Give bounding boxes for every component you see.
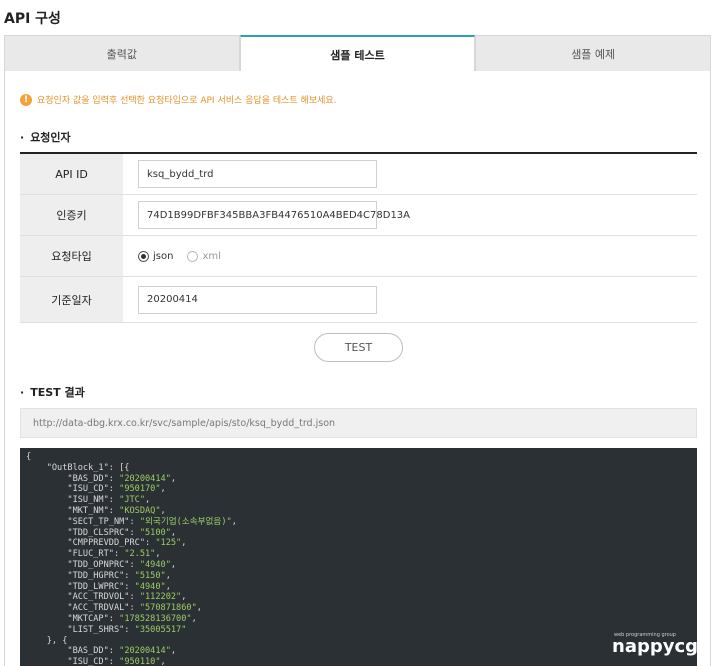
param-row-base-date: 기준일자 20200414 [20, 277, 697, 323]
code-line-field: "TDD_LWPRC": "4940", [26, 581, 171, 592]
test-button[interactable]: TEST [314, 333, 403, 362]
bullet-icon: · [20, 386, 25, 399]
param-row-auth-key: 인증키 74D1B99DFBF345BBA3FB4476510A4BED4C78… [20, 195, 697, 236]
watermark-brand: nappycgi [612, 636, 705, 657]
param-row-api-id: API ID ksq_bydd_trd [20, 154, 697, 195]
code-line-field: "TDD_HGPRC": "5150", [26, 570, 171, 581]
tab-output[interactable]: 출력값 [4, 35, 240, 72]
info-icon: ! [20, 93, 32, 106]
code-line-field: "LIST_SHRS": "35005517" [26, 624, 187, 635]
bullet-icon: · [20, 131, 25, 144]
result-section-label: TEST 결과 [30, 386, 85, 399]
code-line-field: "BAS_DD": "20200414", [26, 646, 177, 657]
notice-text: 요청인자 값을 입력후 선택한 요청타입으로 API 서비스 응답을 테스트 해… [37, 96, 337, 106]
code-line-field: "TDD_OPNPRC": "4940", [26, 559, 177, 570]
code-line-field: "CMPPREVDD_PRC": "125", [26, 538, 187, 549]
code-line-field: "ISU_NM": "JTC", [26, 495, 151, 506]
sample-test-panel: ! 요청인자 값을 입력후 선택한 요청타입으로 API 서비스 응답을 테스트… [4, 71, 711, 666]
result-section-title: · TEST 결과 [20, 384, 85, 400]
radio-json-label: json [153, 250, 174, 262]
code-line-block: "OutBlock_1": [{ [26, 462, 130, 473]
param-label-base-date: 기준일자 [20, 277, 123, 322]
param-label-auth-key: 인증키 [20, 195, 123, 235]
param-row-request-type: 요청타입 json xml [20, 236, 697, 277]
page-title: API 구성 [4, 11, 61, 27]
json-result-viewer[interactable]: { "OutBlock_1": [{ "BAS_DD": "20200414",… [20, 448, 697, 666]
code-line-field: "FLUC_RT": "2.51", [26, 549, 161, 560]
request-section-label: 요청인자 [30, 131, 71, 144]
code-line-field: "ACC_TRDVAL": "570871860", [26, 603, 202, 614]
code-line-separator: }, { [26, 635, 68, 646]
code-line-field: "ACC_TRDVOL": "112202", [26, 592, 187, 603]
notice: ! 요청인자 값을 입력후 선택한 요청타입으로 API 서비스 응답을 테스트… [20, 93, 337, 106]
tab-sample-test[interactable]: 샘플 테스트 [239, 35, 476, 72]
tab-sample-example[interactable]: 샘플 예제 [475, 35, 712, 72]
code-line-field: "MKT_NM": "KOSDAQ", [26, 505, 166, 516]
radio-xml[interactable]: xml [187, 250, 221, 262]
radio-xml-label: xml [202, 250, 221, 262]
param-label-request-type: 요청타입 [20, 236, 123, 276]
watermark-logo: web programming group nappycgi [612, 632, 708, 662]
result-url-field: http://data-dbg.krx.co.kr/svc/sample/api… [20, 408, 697, 438]
api-id-input[interactable]: ksq_bydd_trd [138, 160, 377, 188]
radio-unchecked-icon [187, 250, 199, 262]
code-line-field: "BAS_DD": "20200414", [26, 473, 177, 484]
code-line-field: "TDD_CLSPRC": "5100", [26, 527, 177, 538]
code-line-field: "MKTCAP": "178528136700", [26, 613, 197, 624]
code-line-field: "SECT_TP_NM": "외국기업(소속부없음)", [26, 516, 237, 527]
radio-json[interactable]: json [138, 250, 174, 262]
code-line-field: "ISU_CD": "950170", [26, 484, 166, 495]
code-line-open: { [26, 452, 32, 462]
tab-bar: 출력값 샘플 테스트 샘플 예제 [4, 35, 712, 72]
auth-key-input[interactable]: 74D1B99DFBF345BBA3FB4476510A4BED4C78D13A [138, 201, 410, 229]
code-line-field: "ISU_CD": "950110", [26, 657, 166, 666]
request-param-table: API ID ksq_bydd_trd 인증키 74D1B99DFBF345BB… [20, 152, 697, 323]
request-section-title: · 요청인자 [20, 129, 71, 145]
radio-checked-icon [138, 250, 149, 262]
base-date-input[interactable]: 20200414 [138, 285, 377, 314]
param-label-api-id: API ID [20, 154, 123, 194]
